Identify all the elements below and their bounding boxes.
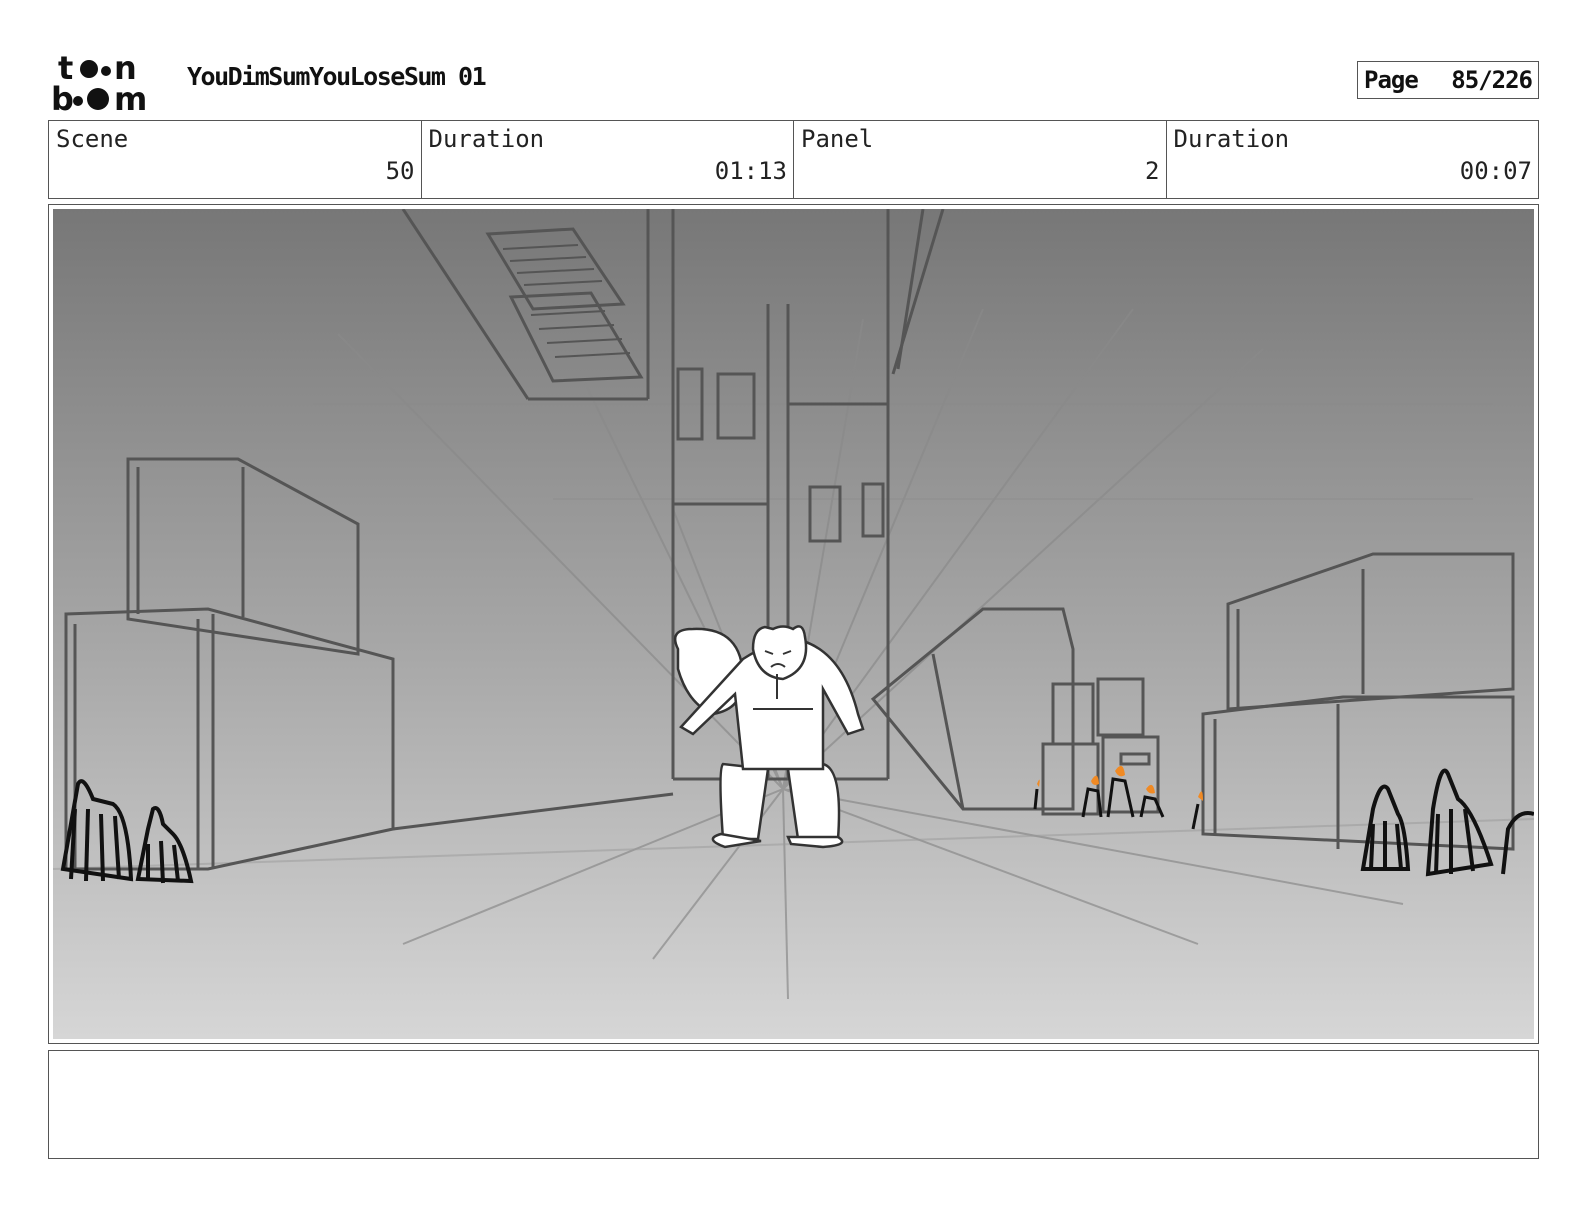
scene-info-table: Scene 50 Duration 01:13 Panel 2 Duration… — [48, 120, 1539, 199]
page-indicator: Page 85/226 — [1357, 61, 1539, 99]
scene-value: 50 — [385, 157, 415, 185]
scene-label: Scene — [56, 125, 129, 153]
logo-icon: t n b m — [51, 50, 147, 114]
page-label: Page — [1364, 66, 1419, 94]
panel-duration-cell: Duration 00:07 — [1167, 121, 1539, 198]
svg-text:m: m — [114, 80, 147, 114]
panel-cell: Panel 2 — [794, 121, 1167, 198]
scene-duration-cell: Duration 01:13 — [422, 121, 794, 198]
panel-frame — [48, 204, 1539, 1044]
project-title: YouDimSumYouLoseSum 01 — [187, 62, 487, 91]
scene-duration-label: Duration — [428, 125, 545, 153]
scene-cell: Scene 50 — [49, 121, 422, 198]
panel-value: 2 — [1145, 157, 1160, 185]
panel-label: Panel — [801, 125, 874, 153]
toon-boom-logo: t n b m — [50, 50, 166, 114]
panel-duration-label: Duration — [1173, 125, 1290, 153]
storyboard-sketch-image — [53, 209, 1534, 1039]
sketch-illustration — [53, 209, 1534, 1039]
panel-notes-box — [48, 1050, 1539, 1159]
panel-duration-value: 00:07 — [1459, 157, 1532, 185]
scene-duration-value: 01:13 — [714, 157, 787, 185]
svg-text:b: b — [51, 80, 74, 114]
page-number: 85/226 — [1451, 66, 1533, 94]
